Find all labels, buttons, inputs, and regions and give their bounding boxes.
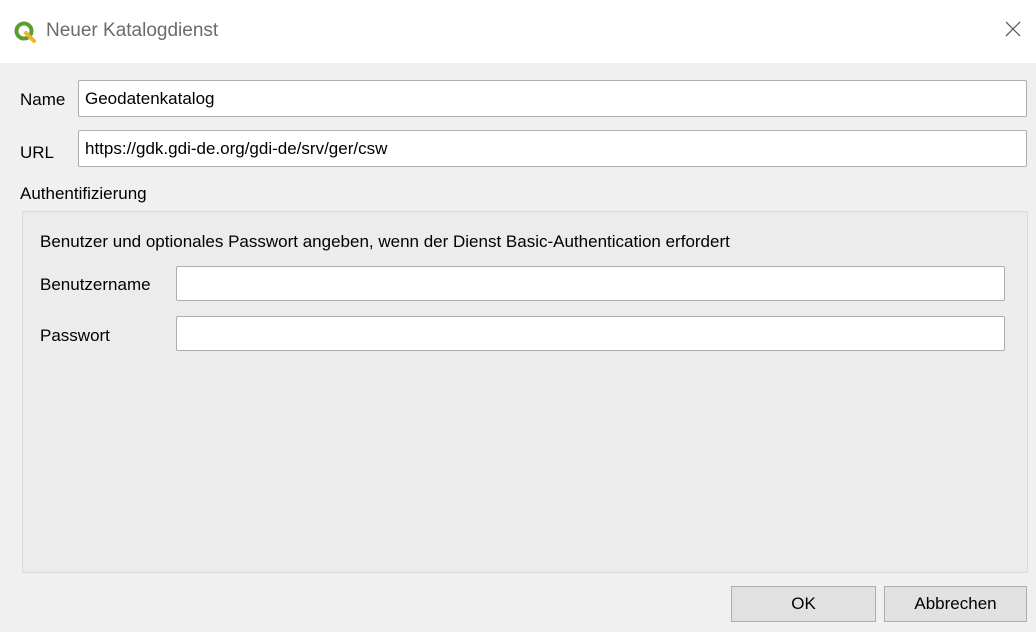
- password-label: Passwort: [40, 326, 110, 345]
- username-label: Benutzername: [40, 275, 151, 294]
- name-input[interactable]: Geodatenkatalog: [78, 80, 1027, 117]
- password-input[interactable]: [176, 316, 1005, 351]
- name-input-value: Geodatenkatalog: [85, 88, 215, 108]
- title-bar: Neuer Katalogdienst: [0, 0, 1036, 63]
- url-input[interactable]: https://gdk.gdi-de.org/gdi-de/srv/ger/cs…: [78, 130, 1027, 167]
- url-label: URL: [20, 143, 55, 162]
- close-icon: [1004, 20, 1022, 43]
- window-title: Neuer Katalogdienst: [46, 20, 219, 41]
- cancel-button-label: Abbrechen: [914, 594, 997, 613]
- auth-group-title: Authentifizierung: [20, 184, 147, 203]
- close-button[interactable]: [990, 10, 1036, 52]
- url-input-value: https://gdk.gdi-de.org/gdi-de/srv/ger/cs…: [85, 138, 388, 158]
- username-input[interactable]: [176, 266, 1005, 301]
- ok-button-label: OK: [791, 594, 816, 613]
- cancel-button[interactable]: Abbrechen: [884, 586, 1027, 622]
- auth-hint-text: Benutzer und optionales Passwort angeben…: [40, 232, 730, 251]
- ok-button[interactable]: OK: [731, 586, 876, 622]
- qgis-logo-icon: [14, 21, 36, 43]
- name-label: Name: [20, 90, 66, 109]
